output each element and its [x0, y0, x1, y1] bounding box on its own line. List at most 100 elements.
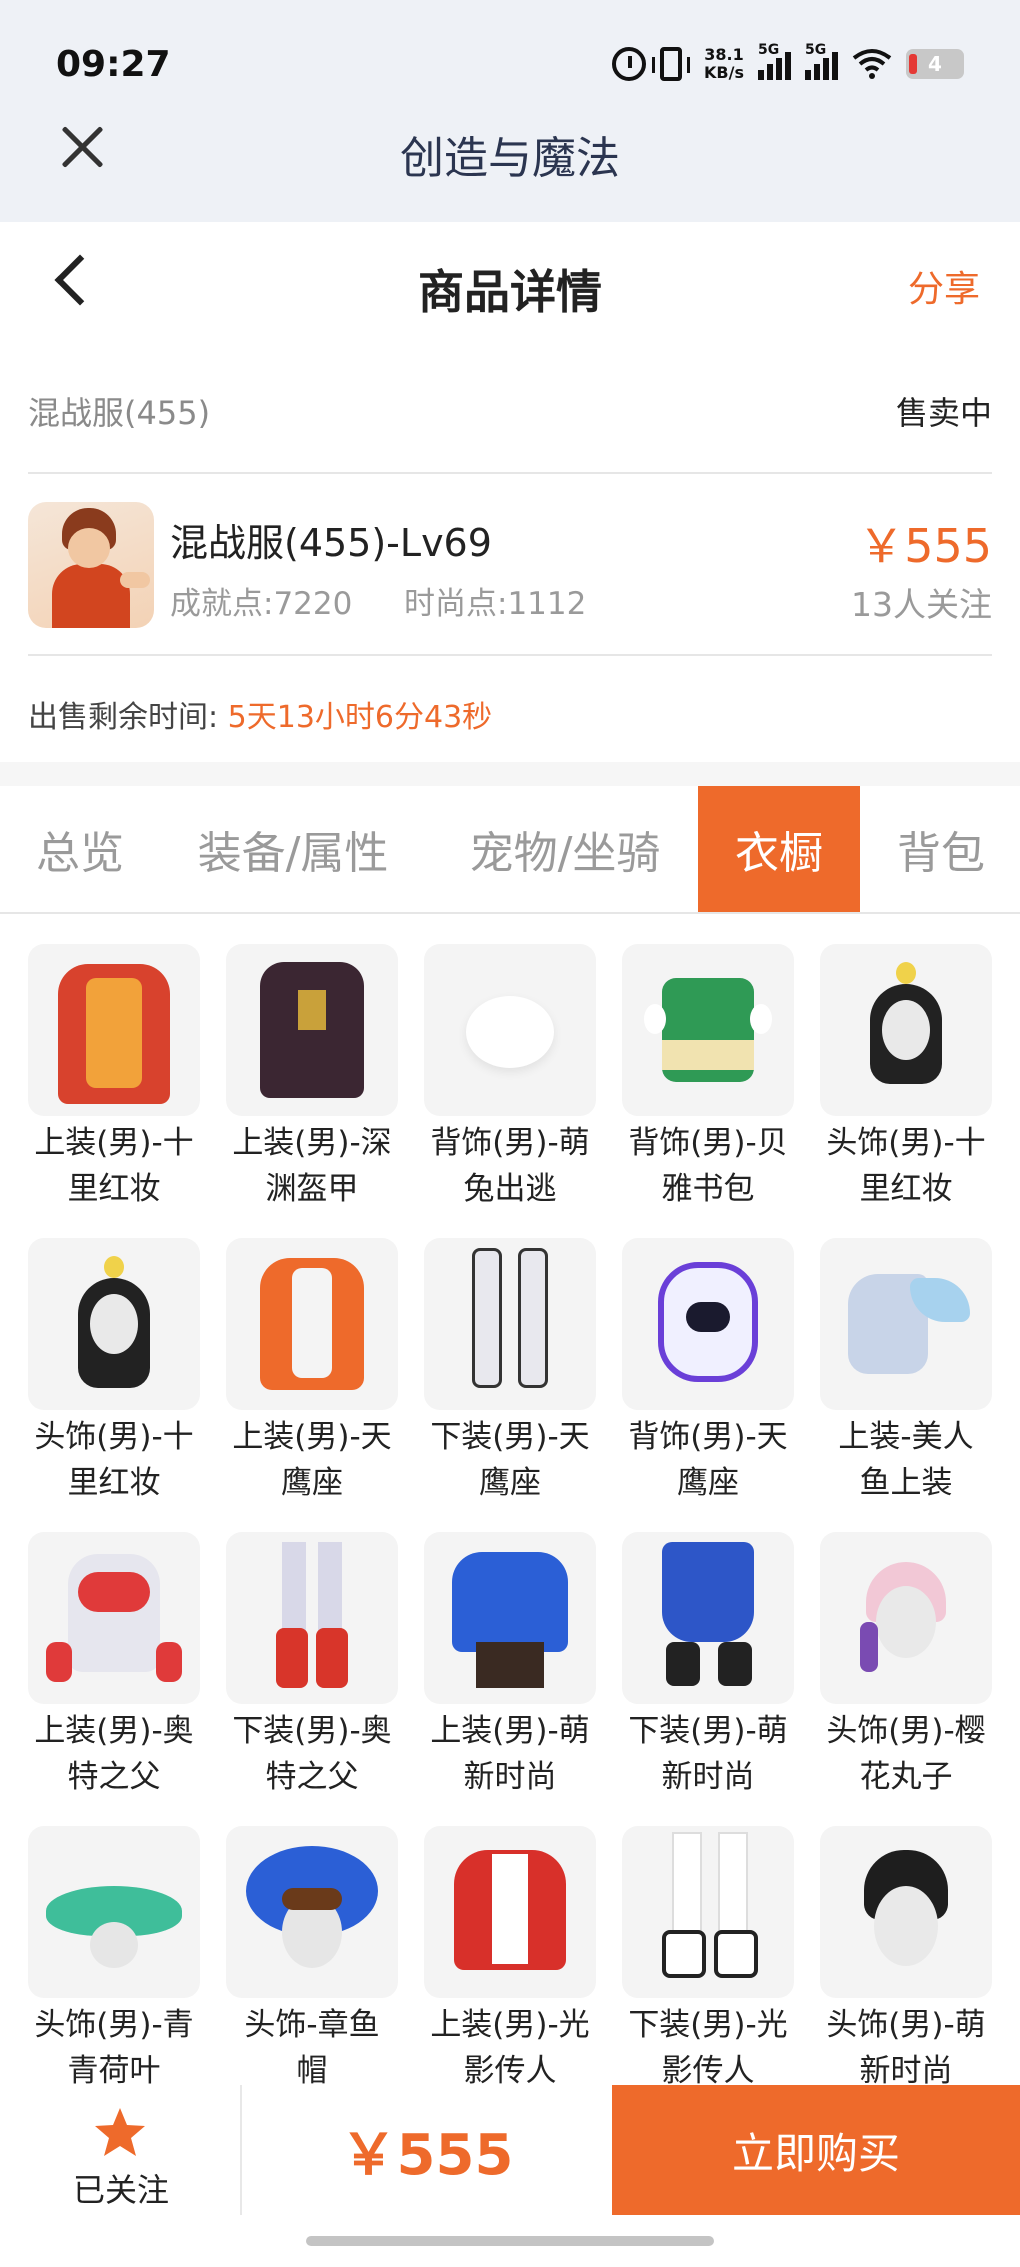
sale-status: 售卖中	[895, 394, 992, 432]
buy-now-button[interactable]: 立即购买	[612, 2085, 1020, 2215]
tab-overview[interactable]: 总览	[0, 786, 160, 912]
network-speed-value: 38.1	[704, 45, 744, 64]
item-name: 下装(男)-奥 特之父	[232, 1713, 392, 1795]
remaining-time-label: 出售剩余时间:	[28, 700, 219, 735]
tab-backpack[interactable]: 背包	[862, 786, 1020, 912]
item-thumbnail	[424, 1532, 596, 1704]
server-name: 混战服(455)	[28, 394, 211, 432]
item-name: 下装(男)-萌 新时尚	[628, 1713, 788, 1795]
item-name: 上装(男)-萌 新时尚	[430, 1713, 590, 1795]
item-name: 上装(男)-深 渊盔甲	[232, 1125, 392, 1207]
tab-pets[interactable]: 宠物/坐骑	[440, 786, 690, 912]
wardrobe-item[interactable]: 头饰-章鱼帽	[226, 1826, 398, 2108]
battery-icon: 4	[906, 49, 964, 79]
status-icons: 38.1 KB/s 5G 5G 4	[612, 42, 964, 82]
item-name: 背饰(男)-萌 兔出逃	[430, 1125, 590, 1207]
item-thumbnail	[28, 1238, 200, 1410]
wardrobe-item[interactable]: 下装(男)-奥 特之父	[226, 1532, 398, 1814]
wardrobe-item[interactable]: 背饰(男)-萌 兔出逃	[424, 944, 596, 1226]
wardrobe-item[interactable]: 头饰(男)-青 青荷叶	[28, 1826, 200, 2108]
item-name: 头饰(男)-十 里红妆	[826, 1125, 986, 1207]
home-indicator[interactable]	[306, 2236, 714, 2246]
follow-label: 已关注	[72, 2171, 169, 2209]
status-time: 09:27	[56, 44, 171, 85]
wardrobe-item[interactable]: 上装(男)-光 影传人	[424, 1826, 596, 2108]
follow-button[interactable]: 已关注	[0, 2085, 242, 2215]
remaining-time: 出售剩余时间: 5天13小时6分43秒	[28, 692, 492, 736]
product-price: ￥555	[858, 519, 992, 573]
item-name: 下装(男)-天 鹰座	[430, 1419, 590, 1501]
item-thumbnail	[820, 944, 992, 1116]
bottom-price: ￥555	[340, 2122, 514, 2188]
signal-icon: 5G	[805, 42, 838, 80]
wifi-icon	[852, 48, 892, 80]
item-name: 头饰(男)-萌 新时尚	[826, 2007, 986, 2089]
page-title: 商品详情	[418, 265, 602, 319]
follower-count: 13人关注	[851, 585, 992, 624]
item-name: 背饰(男)-贝 雅书包	[628, 1125, 788, 1207]
wardrobe-item[interactable]: 头饰(男)-萌 新时尚	[820, 1826, 992, 2108]
wardrobe-item[interactable]: 上装(男)-天 鹰座	[226, 1238, 398, 1520]
achievement-points: 成就点:7220	[170, 586, 353, 622]
wardrobe-item[interactable]: 上装-美人 鱼上装	[820, 1238, 992, 1520]
item-name: 头饰(男)-青 青荷叶	[34, 2007, 194, 2089]
wardrobe-item[interactable]: 头饰(男)-樱 花丸子	[820, 1532, 992, 1814]
remaining-time-value: 5天13小时6分43秒	[227, 700, 493, 735]
item-thumbnail	[226, 1532, 398, 1704]
item-thumbnail	[28, 1532, 200, 1704]
wardrobe-item[interactable]: 头饰(男)-十 里红妆	[28, 1238, 200, 1520]
wardrobe-item[interactable]: 下装(男)-光 影传人	[622, 1826, 794, 2108]
server-row: 混战服(455) 售卖中	[28, 382, 992, 442]
fashion-points: 时尚点:1112	[404, 586, 587, 622]
item-thumbnail	[622, 1532, 794, 1704]
tab-equipment[interactable]: 装备/属性	[168, 786, 418, 912]
item-name: 下装(男)-光 影传人	[628, 2007, 788, 2089]
item-thumbnail	[622, 1238, 794, 1410]
wardrobe-item[interactable]: 背饰(男)-天 鹰座	[622, 1238, 794, 1520]
tab-wardrobe[interactable]: 衣橱	[698, 786, 860, 912]
sim1-label: 5G	[758, 42, 780, 58]
item-name: 上装(男)-天 鹰座	[232, 1419, 392, 1501]
network-speed-unit: KB/s	[704, 63, 744, 82]
alarm-icon	[612, 47, 647, 81]
item-thumbnail	[226, 1826, 398, 1998]
signal-icon: 5G	[758, 42, 791, 80]
item-name: 上装(男)-光 影传人	[430, 2007, 590, 2089]
divider	[28, 654, 992, 656]
item-thumbnail	[820, 1238, 992, 1410]
item-thumbnail	[622, 1826, 794, 1998]
wardrobe-item[interactable]: 头饰(男)-十 里红妆	[820, 944, 992, 1226]
item-name: 上装(男)-奥 特之父	[34, 1713, 194, 1795]
bottom-action-bar: 已关注 ￥555 立即购买	[0, 2085, 1020, 2215]
share-button[interactable]: 分享	[908, 260, 980, 312]
item-name: 头饰(男)-樱 花丸子	[826, 1713, 986, 1795]
item-name: 上装-美人 鱼上装	[838, 1419, 974, 1501]
character-avatar	[28, 502, 154, 628]
character-name: 混战服(455)-Lv69	[170, 521, 492, 565]
item-name: 头饰(男)-十 里红妆	[34, 1419, 194, 1501]
item-thumbnail	[424, 944, 596, 1116]
vibrate-icon	[652, 47, 691, 81]
item-thumbnail	[424, 1826, 596, 1998]
item-thumbnail	[28, 944, 200, 1116]
item-thumbnail	[226, 944, 398, 1116]
item-thumbnail	[424, 1238, 596, 1410]
sim2-label: 5G	[805, 42, 827, 58]
item-thumbnail	[820, 1532, 992, 1704]
wardrobe-item[interactable]: 背饰(男)-贝 雅书包	[622, 944, 794, 1226]
item-name: 头饰-章鱼帽	[244, 2007, 380, 2089]
wardrobe-item[interactable]: 上装(男)-十 里红妆	[28, 944, 200, 1226]
network-speed: 38.1 KB/s	[704, 46, 744, 82]
page-header: 商品详情 分享	[0, 222, 1020, 342]
wardrobe-item[interactable]: 下装(男)-萌 新时尚	[622, 1532, 794, 1814]
star-icon	[95, 2108, 145, 2156]
item-thumbnail	[28, 1826, 200, 1998]
top-area: 09:27 38.1 KB/s 5G 5G 4 创造与魔法	[0, 0, 1020, 222]
wardrobe-item[interactable]: 上装(男)-深 渊盔甲	[226, 944, 398, 1226]
item-name: 上装(男)-十 里红妆	[34, 1125, 194, 1207]
wardrobe-item[interactable]: 上装(男)-萌 新时尚	[424, 1532, 596, 1814]
divider	[28, 472, 992, 474]
wardrobe-item[interactable]: 下装(男)-天 鹰座	[424, 1238, 596, 1520]
item-name: 背饰(男)-天 鹰座	[628, 1419, 788, 1501]
wardrobe-item[interactable]: 上装(男)-奥 特之父	[28, 1532, 200, 1814]
